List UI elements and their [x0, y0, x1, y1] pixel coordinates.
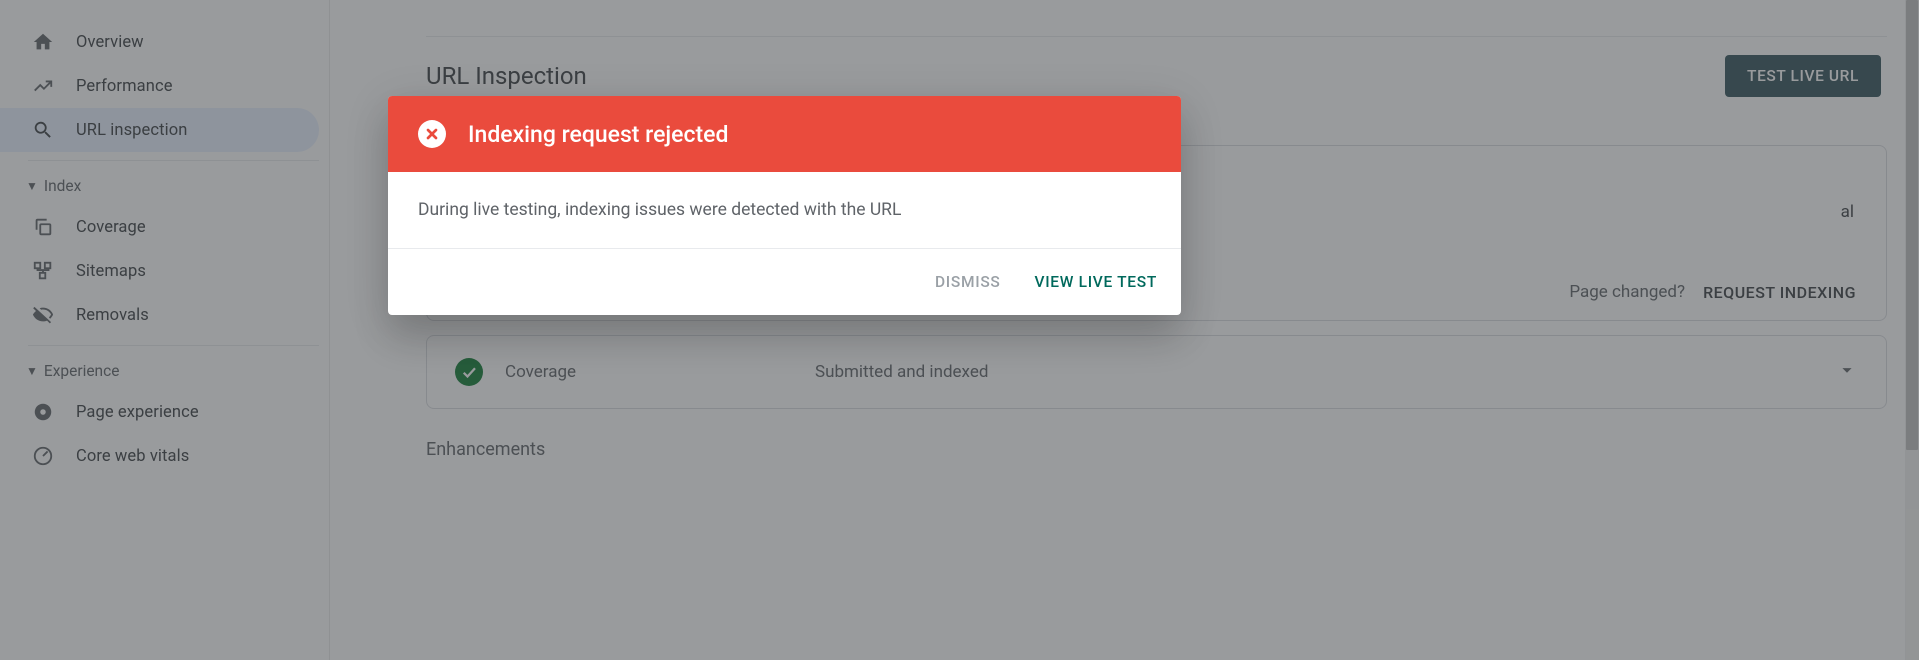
view-live-test-button[interactable]: VIEW LIVE TEST — [1031, 267, 1162, 297]
modal-actions: DISMISS VIEW LIVE TEST — [388, 249, 1181, 315]
modal-title: Indexing request rejected — [468, 121, 728, 148]
modal-body: During live testing, indexing issues wer… — [388, 172, 1181, 249]
dismiss-button[interactable]: DISMISS — [931, 267, 1005, 297]
error-icon — [418, 120, 446, 148]
modal-header: Indexing request rejected — [388, 96, 1181, 172]
modal-overlay[interactable]: Indexing request rejected During live te… — [0, 0, 1919, 660]
error-modal: Indexing request rejected During live te… — [388, 96, 1181, 315]
